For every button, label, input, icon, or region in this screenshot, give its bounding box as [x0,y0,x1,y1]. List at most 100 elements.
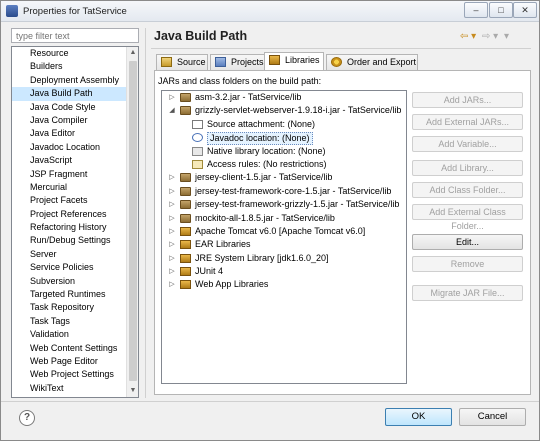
tree-row[interactable]: Javadoc location: (None) [162,131,406,146]
edit-button[interactable]: Edit... [412,234,523,250]
collapsed-twisty-icon[interactable]: ▷ [168,252,176,265]
tree-row[interactable]: ▷ JRE System Library [jdk1.6.0_20] [162,252,406,265]
add-jars-button[interactable]: Add JARs... [412,92,523,108]
sidebar-item-builders[interactable]: Builders [12,60,138,73]
library-icon [180,267,191,277]
tab-label: Projects [231,57,264,67]
tree-row[interactable]: ▷ jersey-test-framework-core-1.5.jar - Ta… [162,185,406,198]
tree-row[interactable]: Access rules: (No restrictions) [162,158,406,171]
migrate-jar-button[interactable]: Migrate JAR File... [412,285,523,301]
tree-row-label: Access rules: (No restrictions) [207,158,327,169]
scroll-down-icon[interactable]: ▼ [129,386,137,396]
add-external-jars-button[interactable]: Add External JARs... [412,114,523,130]
library-icon [180,280,191,290]
tree-row[interactable]: ▷ Apache Tomcat v6.0 [Apache Tomcat v6.0] [162,225,406,238]
sidebar-item-project-facets[interactable]: Project Facets [12,194,138,207]
tree-row[interactable]: ▷ jersey-client-1.5.jar - TatService/lib [162,171,406,184]
cancel-button[interactable]: Cancel [459,408,526,426]
ok-button[interactable]: OK [385,408,452,426]
sidebar-item-wikitext[interactable]: WikiText [12,382,138,395]
sidebar-item-java-build-path[interactable]: Java Build Path [12,87,138,101]
jars-label: JARs and class folders on the build path… [158,76,322,86]
tree-row[interactable]: ▷ jersey-test-framework-grizzly-1.5.jar -… [162,198,406,211]
tab-label: Order and Export [347,57,417,67]
collapsed-twisty-icon[interactable]: ▷ [168,212,176,225]
library-icon [180,253,191,263]
jar-icon [180,213,191,223]
sidebar-item-server[interactable]: Server [12,248,138,261]
sidebar-item-web-project-settings[interactable]: Web Project Settings [12,368,138,381]
sidebar-item-javadoc-location[interactable]: Javadoc Location [12,141,138,154]
minimize-button[interactable]: – [464,2,488,18]
splitter[interactable] [145,28,146,398]
tree-row[interactable]: ▷ asm-3.2.jar - TatService/lib [162,91,406,104]
help-icon[interactable]: ? [19,410,35,426]
collapsed-twisty-icon[interactable]: ▷ [168,198,176,211]
view-menu-icon[interactable]: ▾ [504,31,509,42]
sidebar-item-refactoring-history[interactable]: Refactoring History [12,221,138,234]
sidebar-item-web-page-editor[interactable]: Web Page Editor [12,355,138,368]
jar-icon [180,106,191,116]
sidebar-item-validation[interactable]: Validation [12,328,138,341]
sidebar-item-java-editor[interactable]: Java Editor [12,127,138,140]
tab-source[interactable]: Source [156,54,208,70]
sidebar-item-java-compiler[interactable]: Java Compiler [12,114,138,127]
library-icon [180,226,191,236]
tree-row-label: grizzly-servlet-webserver-1.9.18-i.jar -… [195,105,402,116]
nav-scrollbar[interactable]: ▲ ▼ [126,47,138,397]
tree-row[interactable]: ▷ EAR Libraries [162,238,406,251]
page-title: Java Build Path [154,29,248,43]
sidebar-item-deployment-assembly[interactable]: Deployment Assembly [12,74,138,87]
tree-row[interactable]: ▷ mockito-all-1.8.5.jar - TatService/lib [162,212,406,225]
tree-row[interactable]: Native library location: (None) [162,145,406,158]
add-variable-button[interactable]: Add Variable... [412,136,523,152]
tree-row[interactable]: Source attachment: (None) [162,118,406,131]
collapsed-twisty-icon[interactable]: ▷ [168,171,176,184]
sidebar-item-java-code-style[interactable]: Java Code Style [12,101,138,114]
sidebar-item-javascript[interactable]: JavaScript [12,154,138,167]
add-class-folder-button[interactable]: Add Class Folder... [412,182,523,198]
window-title: Properties for TatService [23,6,127,17]
tree-row[interactable]: ◢ grizzly-servlet-webserver-1.9.18-i.jar … [162,104,406,117]
collapsed-twisty-icon[interactable]: ▷ [168,238,176,251]
collapsed-twisty-icon[interactable]: ▷ [168,185,176,198]
sidebar-item-subversion[interactable]: Subversion [12,275,138,288]
collapsed-twisty-icon[interactable]: ▷ [168,91,176,104]
sidebar-item-jsp-fragment[interactable]: JSP Fragment [12,168,138,181]
back-arrow-icon[interactable]: ⇦ ▾ [460,31,476,42]
add-external-class-folder-button[interactable]: Add External Class Folder... [412,204,523,231]
collapsed-twisty-icon[interactable]: ▷ [168,265,176,278]
tab-order-and-export[interactable]: Order and Export [326,54,418,70]
scroll-up-icon[interactable]: ▲ [129,48,137,58]
sidebar-item-project-references[interactable]: Project References [12,208,138,221]
scroll-thumb[interactable] [129,61,137,381]
sidebar-item-mercurial[interactable]: Mercurial [12,181,138,194]
collapsed-twisty-icon[interactable]: ▷ [168,225,176,238]
sidebar-item-service-policies[interactable]: Service Policies [12,261,138,274]
tab-libraries[interactable]: Libraries [264,52,324,70]
tree-row[interactable]: ▷ Web App Libraries [162,278,406,291]
tree-row-label: mockito-all-1.8.5.jar - TatService/lib [195,212,335,223]
tab-projects[interactable]: Projects [210,54,266,70]
sidebar-item-targeted-runtimes[interactable]: Targeted Runtimes [12,288,138,301]
maximize-button[interactable]: □ [489,2,513,18]
sidebar-item-resource[interactable]: Resource [12,47,138,60]
add-library-button[interactable]: Add Library... [412,160,523,176]
filter-input[interactable] [11,28,139,43]
sidebar-item-task-repository[interactable]: Task Repository [12,301,138,314]
sidebar-item-run-debug-settings[interactable]: Run/Debug Settings [12,234,138,247]
title-bar[interactable]: Properties for TatService – □ ✕ [1,1,539,22]
tree-row-label: Javadoc location: (None) [207,132,313,146]
tree-row-label: Native library location: (None) [207,145,326,156]
collapsed-twisty-icon[interactable]: ▷ [168,278,176,291]
remove-button[interactable]: Remove [412,256,523,272]
sidebar-item-web-content-settings[interactable]: Web Content Settings [12,342,138,355]
libraries-icon [269,55,280,65]
tree-row-label: jersey-client-1.5.jar - TatService/lib [195,172,333,183]
close-button[interactable]: ✕ [513,2,537,18]
forward-arrow-icon[interactable]: ⇨ ▾ [482,31,498,42]
tree-row[interactable]: ▷ JUnit 4 [162,265,406,278]
projects-icon [215,57,226,67]
expanded-twisty-icon[interactable]: ◢ [168,104,176,117]
sidebar-item-task-tags[interactable]: Task Tags [12,315,138,328]
